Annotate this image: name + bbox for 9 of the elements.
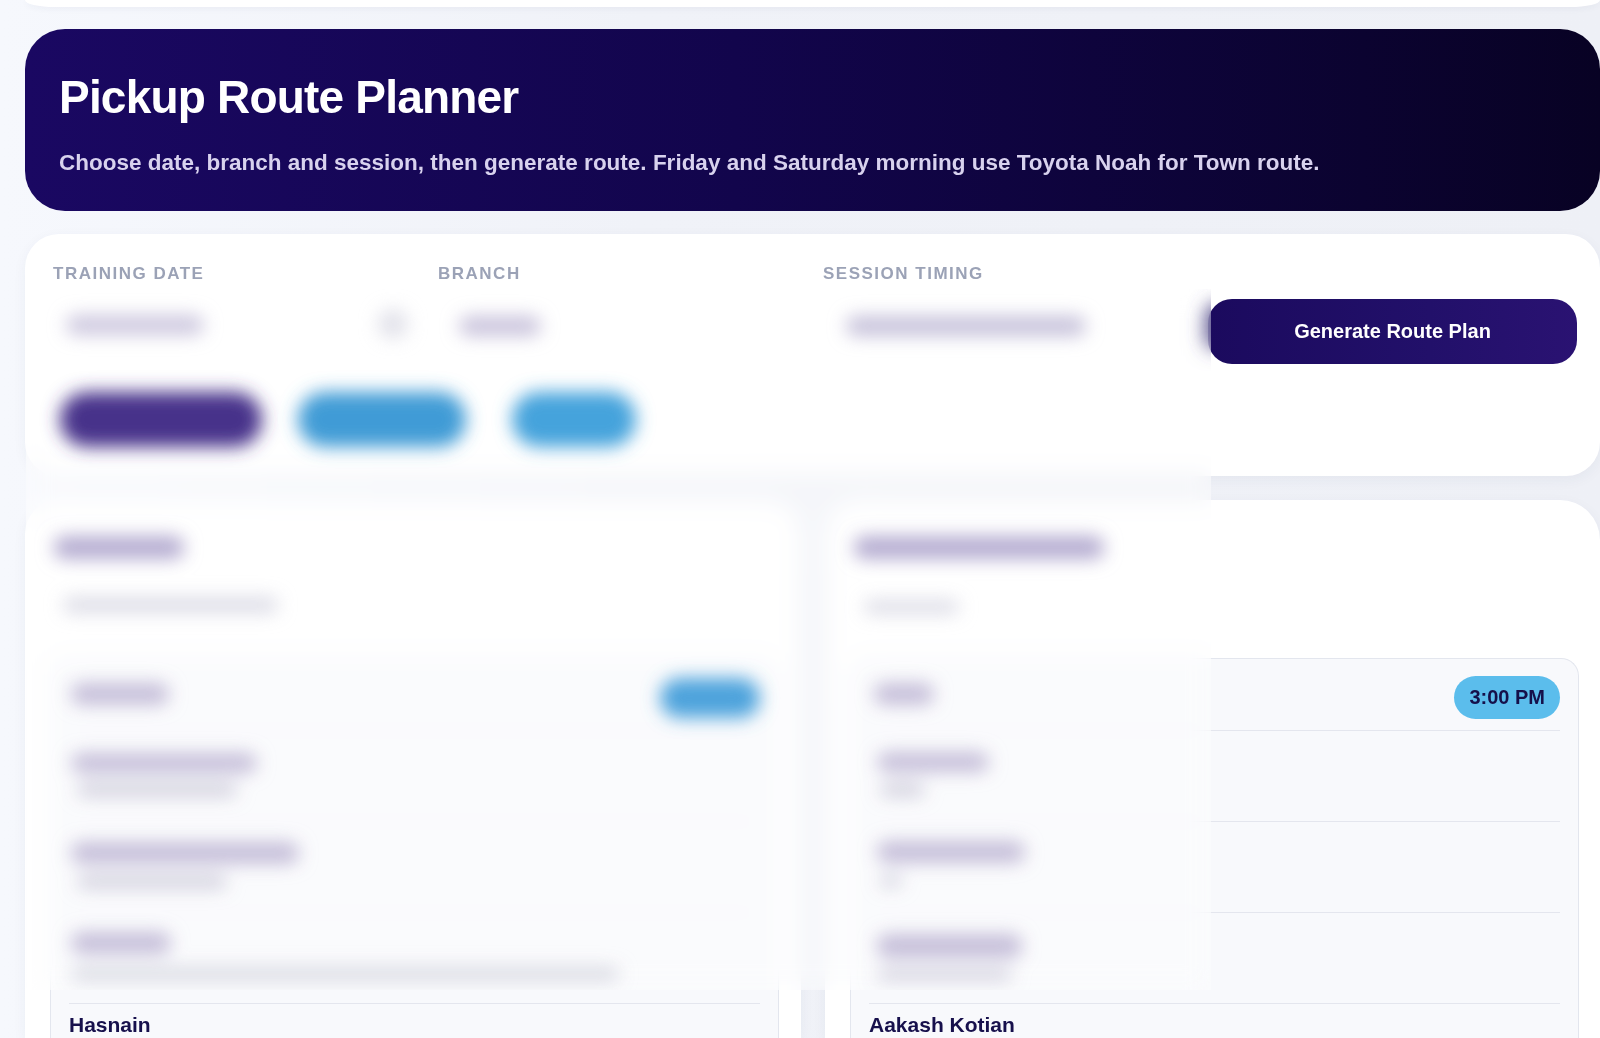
passenger-name: Aakash Kotian: [869, 1014, 1015, 1036]
time-badge: 3:00 PM: [1454, 676, 1560, 719]
passenger-name: Hasnain: [69, 1014, 151, 1036]
generate-route-button[interactable]: Generate Route Plan: [1208, 299, 1577, 364]
field-label: TRAINING DATE: [53, 264, 205, 284]
page-title: Pickup Route Planner: [59, 70, 519, 125]
field-label: SESSION TIMING: [823, 264, 984, 284]
page-subtitle: Choose date, branch and session, then generate route. Friday and Saturday morning use Toyota Noah for Town route.: [59, 149, 1320, 177]
field-label: BRANCH: [438, 264, 521, 284]
